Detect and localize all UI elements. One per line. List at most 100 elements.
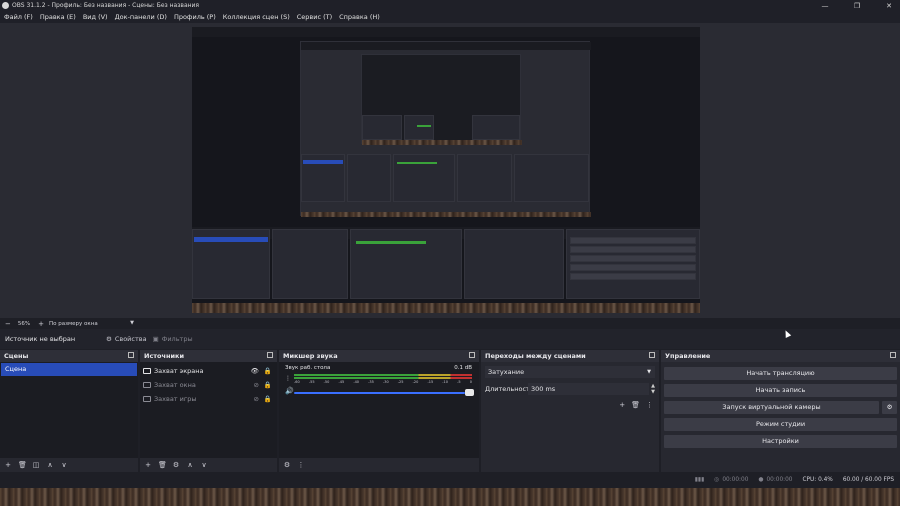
virtual-camera-settings-button[interactable]: ⚙: [882, 401, 897, 414]
chevron-down-icon: ▼: [130, 319, 134, 326]
mixer-dock-title: Микшер звука: [283, 352, 338, 360]
move-up-icon[interactable]: ∧: [186, 461, 194, 469]
scene-item[interactable]: Сцена: [1, 363, 137, 376]
eye-icon[interactable]: 👁: [251, 367, 259, 375]
menu-help[interactable]: Справка (H): [339, 13, 380, 21]
undock-icon[interactable]: [890, 352, 896, 358]
meter-tick: -5: [457, 380, 461, 384]
trash-icon[interactable]: 🗑: [631, 401, 640, 409]
scenes-dock-header: Сцены: [0, 350, 138, 362]
nested-dock-transitions-outer: [464, 229, 564, 299]
status-bar: ▮▮▮ ◎ 00:00:00 ● 00:00:00 CPU: 0.4% 60.0…: [0, 472, 900, 488]
preview-canvas[interactable]: [192, 27, 700, 313]
add-icon[interactable]: +: [4, 461, 12, 469]
undock-icon[interactable]: [128, 352, 134, 358]
close-button[interactable]: ✕: [884, 2, 894, 10]
nested-ctrl-btn: [570, 273, 696, 280]
zoom-value: 56%: [17, 320, 31, 327]
kebab-menu-icon[interactable]: ⋮: [297, 461, 305, 469]
sources-dock-footer: + 🗑 ⚙ ∧ ∨: [140, 458, 277, 472]
studio-mode-button[interactable]: Режим студии: [664, 418, 897, 431]
window-icon: [143, 382, 151, 388]
menu-scene-collection[interactable]: Коллекция сцен (S): [223, 13, 290, 21]
maximize-button[interactable]: ❐: [852, 2, 862, 10]
nested-inner-dock: [362, 115, 402, 140]
transitions-dock: Переходы между сценами Затухание ▼ Длите…: [481, 350, 659, 472]
trash-icon[interactable]: 🗑: [18, 461, 27, 469]
meter-tick: -20: [412, 380, 419, 384]
menu-profile[interactable]: Профиль (P): [174, 13, 216, 21]
preview-texture: [192, 303, 700, 313]
eye-off-icon[interactable]: ⊘: [253, 395, 258, 403]
zoom-out-button[interactable]: −: [5, 320, 11, 328]
nested-inner-dock: [472, 115, 520, 140]
lock-icon[interactable]: 🔒: [264, 381, 272, 389]
move-down-icon[interactable]: ∨: [60, 461, 68, 469]
zoom-mode-select[interactable]: По размеру окна ▼: [49, 319, 134, 327]
nested-ctrl-btn: [570, 264, 696, 271]
menu-view[interactable]: Вид (V): [83, 13, 108, 21]
nested-ctrl-btn: [570, 246, 696, 253]
zoom-in-button[interactable]: +: [38, 320, 44, 328]
mixer-dock: Микшер звука Звук раб. стола 0.1 dB ⋮ -6…: [279, 350, 479, 472]
meter-tick: -55: [308, 380, 315, 384]
meter-tick: -10: [442, 380, 448, 384]
eye-off-icon[interactable]: ⊘: [253, 381, 258, 389]
add-icon[interactable]: +: [619, 401, 625, 409]
nested-meter-outer: [356, 241, 426, 244]
menu-docks[interactable]: Док-панели (D): [115, 13, 167, 21]
transition-type-select[interactable]: Затухание ▼: [485, 366, 655, 378]
minimize-button[interactable]: —: [820, 2, 830, 10]
kebab-menu-icon[interactable]: ⋮: [285, 375, 291, 382]
move-up-icon[interactable]: ∧: [46, 461, 54, 469]
spin-down-icon[interactable]: ▼: [651, 389, 655, 395]
properties-button[interactable]: ⚙ Свойства: [106, 335, 147, 343]
start-recording-button[interactable]: Начать запись: [664, 384, 897, 397]
volume-slider[interactable]: [294, 392, 465, 394]
source-item[interactable]: Захват игры ⊘ 🔒: [143, 393, 274, 405]
menu-file[interactable]: Файл (F): [4, 13, 33, 21]
undock-icon[interactable]: [267, 352, 273, 358]
record-status: ● 00:00:00: [758, 477, 792, 483]
meter-tick: -25: [397, 380, 404, 384]
source-item-controls: 👁 🔒: [251, 367, 272, 375]
add-icon[interactable]: +: [144, 461, 152, 469]
scenes-list: [0, 362, 138, 458]
settings-button[interactable]: Настройки: [664, 435, 897, 448]
scenes-dock-footer: + 🗑 ◫ ∧ ∨: [0, 458, 138, 472]
source-item[interactable]: Захват экрана 👁 🔒: [143, 365, 274, 377]
controls-dock: Управление Начать трансляцию Начать запи…: [661, 350, 900, 472]
record-time: 00:00:00: [766, 477, 793, 483]
scenes-dock-title: Сцены: [4, 352, 29, 360]
trash-icon[interactable]: 🗑: [158, 461, 167, 469]
filters-button[interactable]: ▣ Фильтры: [153, 335, 193, 343]
meter-tick: -50: [323, 380, 330, 384]
filters-label: Фильтры: [161, 335, 193, 343]
meter-tick: -30: [382, 380, 389, 384]
lock-icon[interactable]: 🔒: [264, 367, 272, 375]
filter-icon[interactable]: ◫: [32, 461, 40, 469]
gear-icon[interactable]: ⚙: [172, 461, 180, 469]
undock-icon[interactable]: [469, 352, 475, 358]
speaker-icon[interactable]: 🔊: [285, 387, 294, 395]
source-label: Захват окна: [154, 381, 196, 389]
move-down-icon[interactable]: ∨: [200, 461, 208, 469]
lock-icon[interactable]: 🔒: [264, 395, 272, 403]
source-item[interactable]: Захват окна ⊘ 🔒: [143, 379, 274, 391]
gear-icon[interactable]: ⚙: [283, 461, 291, 469]
volume-meter: [294, 377, 472, 379]
nested-inner-menubar: [301, 42, 591, 50]
scenes-dock: Сцены Сцена + 🗑 ◫ ∧ ∨: [0, 350, 138, 472]
kebab-menu-icon[interactable]: ⋮: [646, 401, 653, 409]
controls-dock-header: Управление: [661, 350, 900, 362]
filter-icon: ▣: [152, 335, 159, 343]
undock-icon[interactable]: [649, 352, 655, 358]
duration-input[interactable]: 300 ms: [528, 383, 649, 395]
menu-tools[interactable]: Сервис (T): [297, 13, 332, 21]
volume-slider-handle[interactable]: [465, 389, 474, 396]
source-label: Захват игры: [154, 395, 197, 403]
start-streaming-button[interactable]: Начать трансляцию: [664, 367, 897, 380]
sources-dock: Источники Захват экрана 👁 🔒 Захват окна …: [140, 350, 277, 472]
start-virtual-camera-button[interactable]: Запуск виртуальной камеры: [664, 401, 879, 414]
menu-edit[interactable]: Правка (E): [40, 13, 76, 21]
